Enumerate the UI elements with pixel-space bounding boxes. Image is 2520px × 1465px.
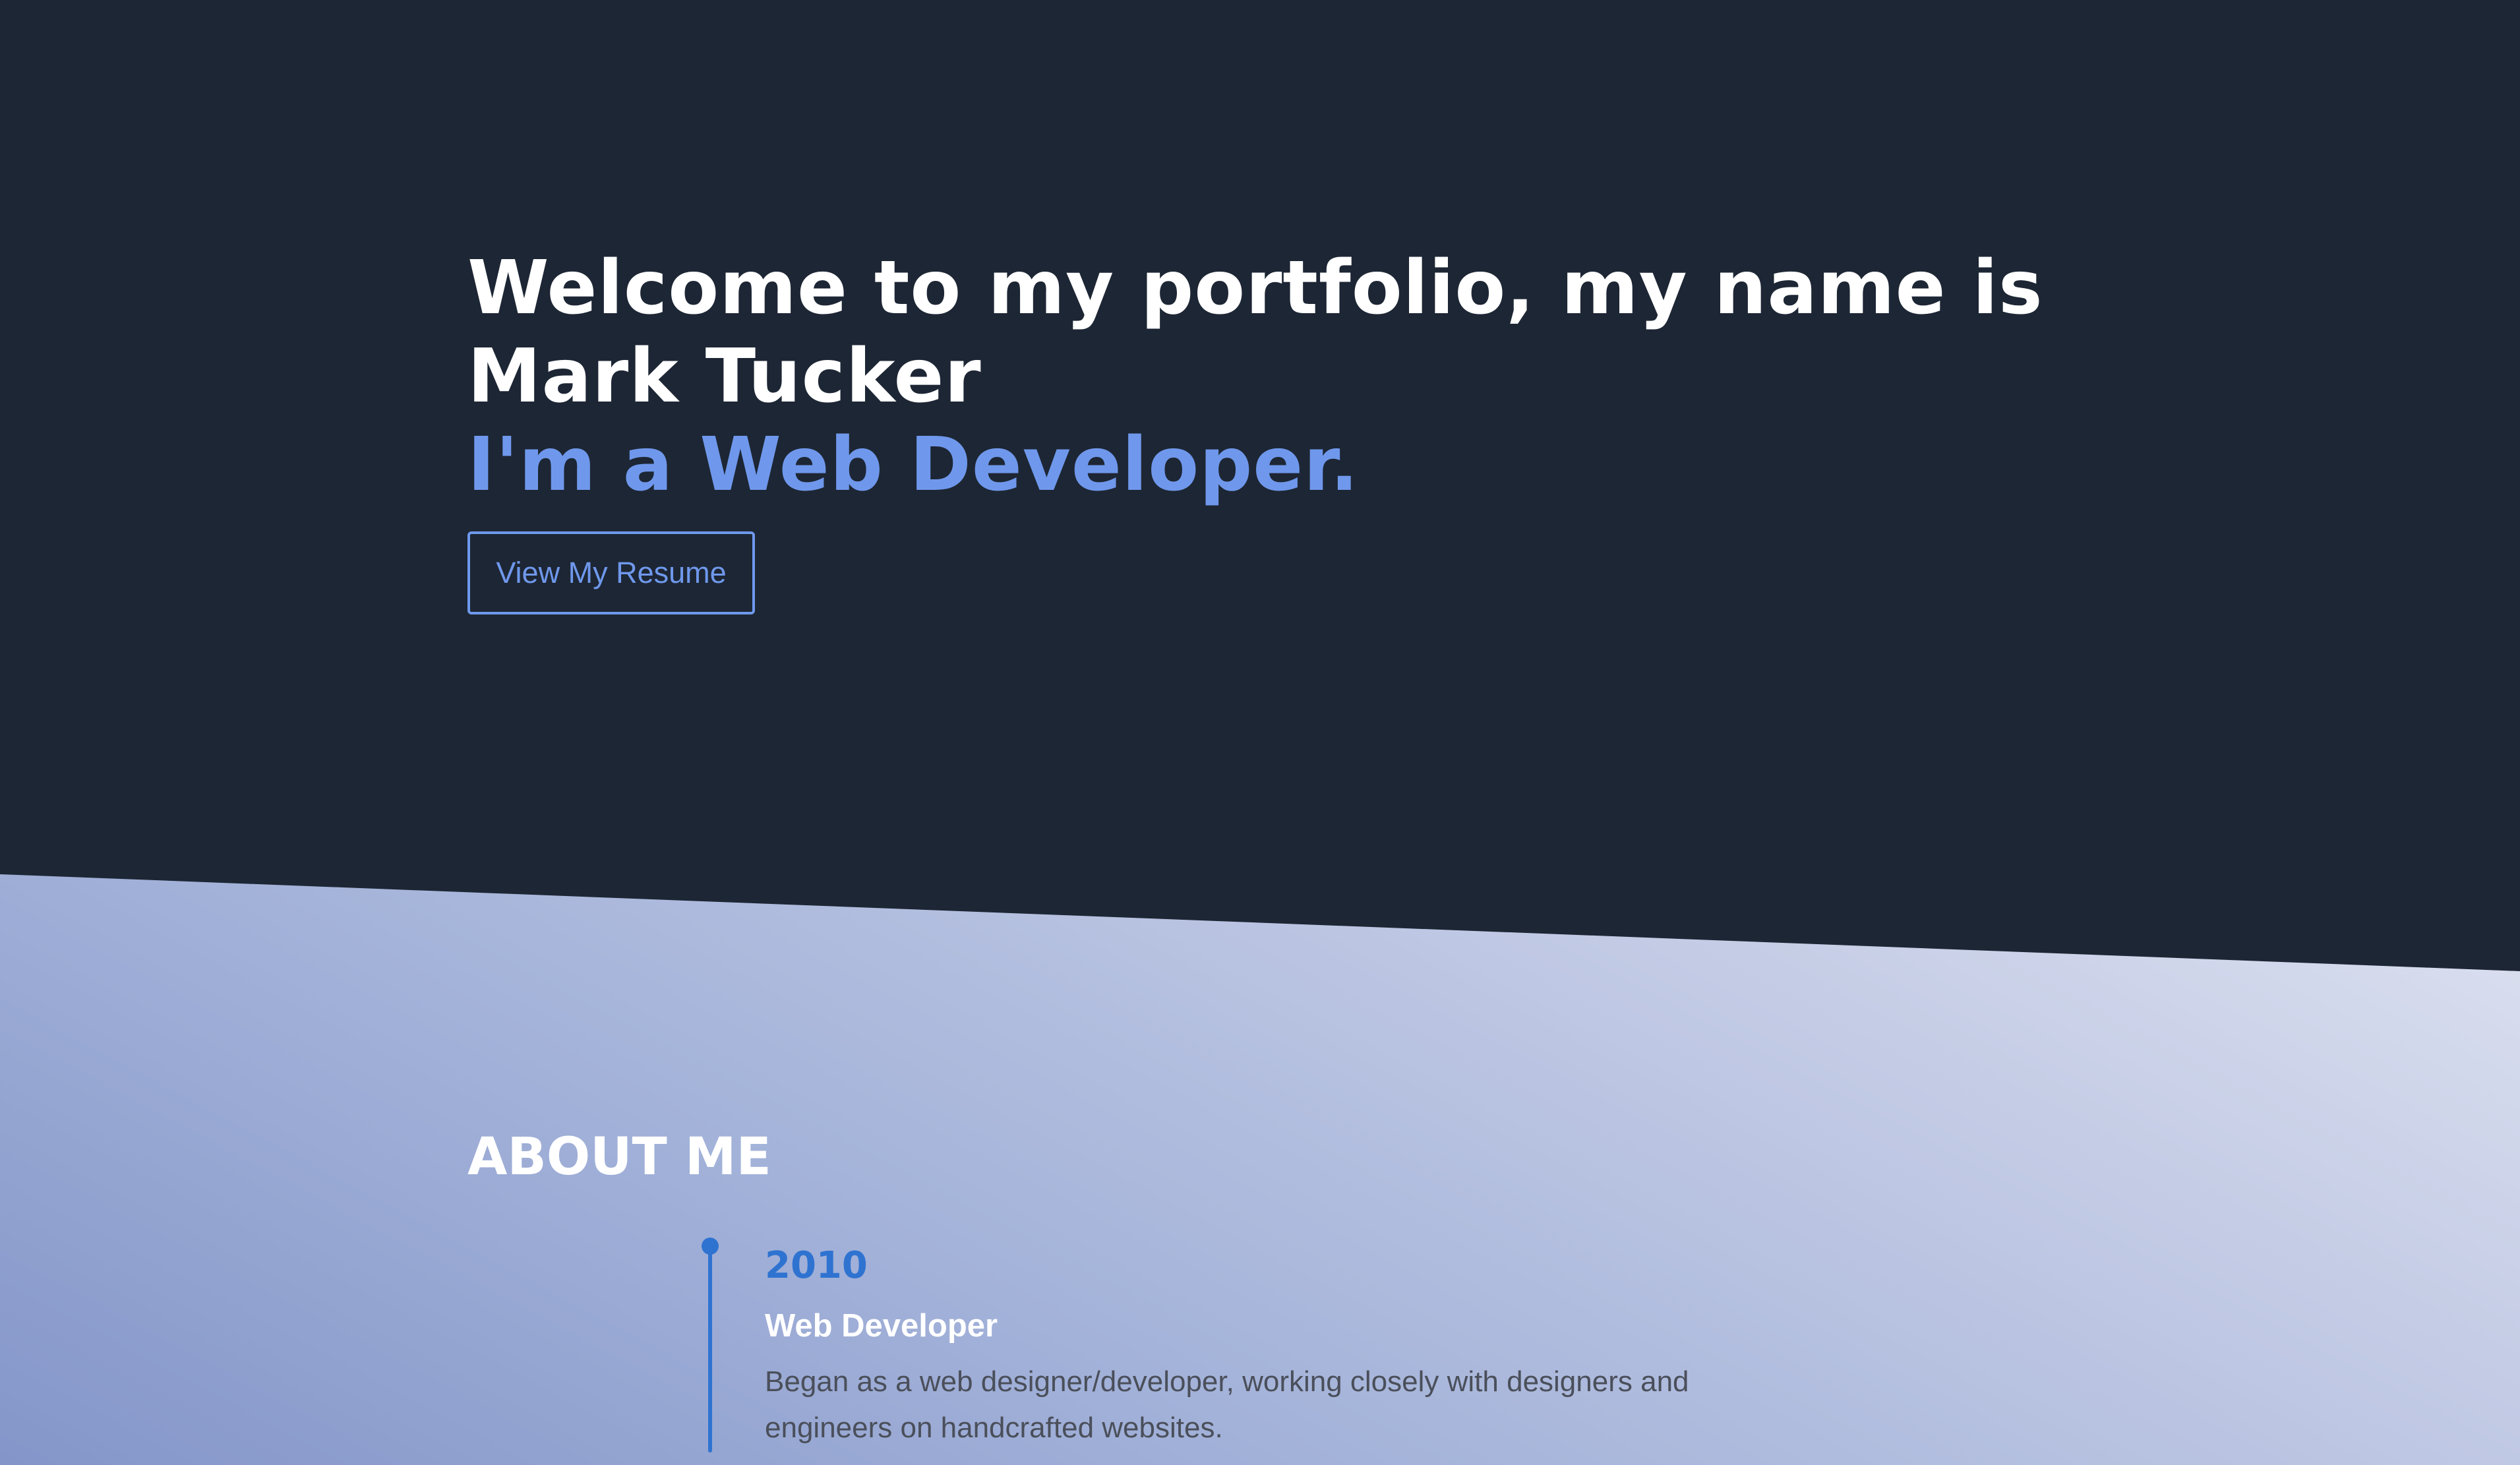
timeline-dot: [702, 1238, 719, 1255]
timeline-description: Began as a web designer/developer, worki…: [765, 1365, 1689, 1444]
timeline-role: Web Developer: [765, 1308, 998, 1344]
timeline-year: 2010: [765, 1244, 868, 1287]
timeline-line: [708, 1248, 712, 1452]
about-title: ABOUT ME: [467, 1127, 771, 1187]
hero-title: Welcome to my portfolio, my name is Mark…: [467, 245, 2043, 419]
portfolio-page: Welcome to my portfolio, my name is Mark…: [0, 0, 2520, 1465]
view-resume-button[interactable]: View My Resume: [467, 531, 755, 614]
hero-section: Welcome to my portfolio, my name is Mark…: [467, 244, 2116, 509]
hero-subtitle: I'm a Web Developer.: [467, 422, 1360, 508]
